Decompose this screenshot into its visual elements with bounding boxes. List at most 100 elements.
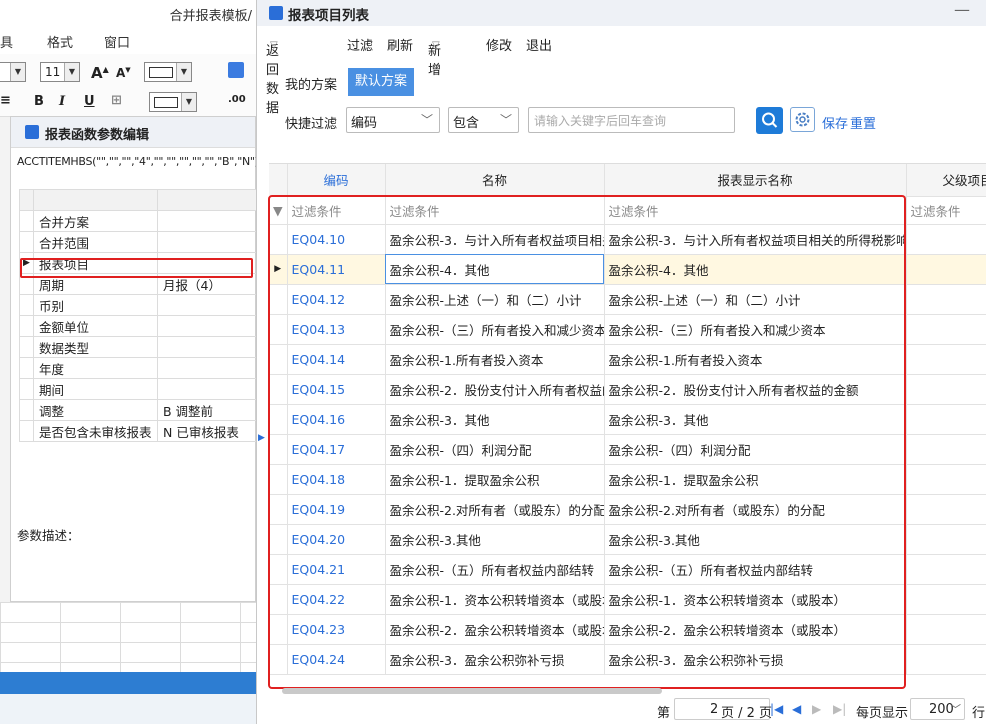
column-header-name[interactable]: 名称 — [385, 164, 605, 197]
minimize-icon[interactable]: — — [954, 0, 970, 19]
param-value[interactable] — [157, 210, 256, 232]
param-name: 年度 — [33, 357, 158, 379]
param-row[interactable]: 是否包含未审核报表 N 已审核报表 — [19, 420, 256, 442]
font-name-combo[interactable]: ▼ — [0, 62, 26, 82]
param-row[interactable]: 币别 — [19, 294, 256, 316]
keyword-input[interactable] — [532, 109, 732, 133]
menu-exit[interactable]: 退出 — [526, 35, 552, 54]
cell-parent[interactable] — [906, 374, 986, 405]
next-page-icon[interactable]: ▶ — [812, 702, 821, 716]
param-value[interactable] — [157, 357, 256, 379]
menu-refresh[interactable]: 刷新 — [387, 35, 413, 54]
border-combo[interactable]: ▼ — [149, 92, 197, 112]
search-button[interactable] — [756, 107, 783, 134]
param-value[interactable] — [157, 336, 256, 358]
collapse-arrow-icon[interactable]: ▶ — [258, 433, 265, 443]
param-value[interactable]: B 调整前 — [157, 399, 256, 421]
panel-title-bar: 报表项目列表 — — [257, 0, 986, 26]
background-toolbar-1: ▼ 11 ▼ A▲ A▼ ▼ — [0, 54, 256, 88]
background-title: 合并报表模板/ — [169, 9, 252, 24]
row-indicator-icon — [19, 336, 34, 358]
param-row[interactable]: 期间 — [19, 378, 256, 400]
row-indicator-icon — [19, 357, 34, 379]
param-value[interactable] — [157, 315, 256, 337]
keyword-field — [528, 107, 735, 133]
cell-parent[interactable] — [906, 464, 986, 495]
filter-settings-button[interactable] — [790, 107, 815, 132]
menu-tools[interactable]: 具 — [0, 32, 13, 51]
filter-field-select[interactable]: 编码 ﹀ — [346, 107, 440, 133]
pager-page-number: 2 — [710, 702, 719, 717]
param-value[interactable] — [157, 294, 256, 316]
save-scheme-link[interactable]: 保存 — [822, 113, 848, 132]
dialog-title: 报表函数参数编辑 — [45, 128, 150, 143]
decimal-icon[interactable]: .00 — [228, 94, 246, 105]
param-value[interactable] — [157, 231, 256, 253]
chevron-down-icon: ﹀ — [499, 113, 512, 127]
param-table-header — [19, 189, 256, 211]
first-page-icon[interactable]: |◀ — [770, 702, 783, 716]
cell-parent[interactable] — [906, 614, 986, 645]
font-size-combo[interactable]: 11 ▼ — [40, 62, 80, 82]
cell-parent[interactable] — [906, 554, 986, 585]
grow-font-icon[interactable]: A▲ — [91, 64, 109, 82]
sheet-tab-bar — [0, 672, 256, 694]
cell-parent[interactable] — [906, 644, 986, 675]
align-icon[interactable]: ≡ — [0, 93, 11, 108]
cell-parent[interactable] — [906, 434, 986, 465]
cell-parent[interactable] — [906, 584, 986, 615]
row-indicator-icon — [19, 315, 34, 337]
formula-text[interactable]: ACCTITEMHBS("","","","4","","","","","",… — [17, 155, 256, 168]
param-row[interactable]: 年度 — [19, 357, 256, 379]
cell-parent[interactable] — [906, 494, 986, 525]
param-name: 合并范围 — [33, 231, 158, 253]
chevron-down-icon: ﹀ — [420, 113, 433, 127]
reset-scheme-link[interactable]: 重置 — [850, 113, 876, 132]
filter-op-select[interactable]: 包含 ﹀ — [448, 107, 519, 133]
param-row[interactable]: 调整 B 调整前 — [19, 399, 256, 421]
chevron-down-icon: ▽ — [270, 40, 278, 51]
param-value[interactable]: N 已审核报表 — [157, 420, 256, 442]
column-header-code[interactable]: 编码 — [287, 164, 386, 197]
cell-parent[interactable] — [906, 344, 986, 375]
last-page-icon[interactable]: ▶| — [833, 702, 846, 716]
param-row[interactable]: 金额单位 — [19, 315, 256, 337]
status-bar — [0, 694, 256, 724]
menu-format[interactable]: 格式 — [47, 32, 73, 51]
prev-page-icon[interactable]: ◀ — [792, 702, 801, 716]
cell-parent[interactable] — [906, 224, 986, 255]
template-icon[interactable] — [228, 62, 244, 78]
menu-filter[interactable]: 过滤 — [347, 35, 373, 54]
bold-icon[interactable]: B — [34, 94, 44, 109]
row-indicator-icon — [19, 210, 34, 232]
per-page-select[interactable]: 200 ﹀ — [910, 698, 965, 720]
underline-icon[interactable]: U — [84, 94, 95, 109]
border-style-combo[interactable]: ▼ — [144, 62, 192, 82]
param-edit-dialog: 报表函数参数编辑 ACCTITEMHBS("","","","4","","",… — [10, 116, 256, 602]
column-header-parent[interactable]: 父级项目 — [906, 164, 986, 197]
filter-cell-parent[interactable]: 过滤条件 — [906, 196, 986, 225]
cell-parent[interactable] — [906, 314, 986, 345]
row-indicator-icon — [19, 231, 34, 253]
param-row[interactable]: 合并方案 — [19, 210, 256, 232]
column-header-display-name[interactable]: 报表显示名称 — [604, 164, 907, 197]
tab-my-scheme[interactable]: 我的方案 — [285, 74, 337, 93]
param-name: 调整 — [33, 399, 158, 421]
param-value[interactable] — [157, 378, 256, 400]
menu-edit[interactable]: 修改 — [486, 35, 512, 54]
param-row[interactable]: 合并范围 — [19, 231, 256, 253]
menu-window[interactable]: 窗口 — [104, 32, 130, 51]
param-row[interactable]: 数据类型 — [19, 336, 256, 358]
cell-parent[interactable] — [906, 284, 986, 315]
tab-default-scheme[interactable]: 默认方案 — [348, 68, 414, 96]
cell-parent[interactable] — [906, 524, 986, 555]
row-indicator-icon — [19, 294, 34, 316]
param-header-name — [33, 189, 158, 211]
shrink-font-icon[interactable]: A▼ — [116, 66, 131, 80]
horizontal-scrollbar[interactable] — [282, 688, 662, 694]
border-grid-icon[interactable]: ⊞ — [111, 93, 122, 108]
italic-icon[interactable]: I — [59, 94, 65, 109]
highlight-box-param — [20, 258, 253, 278]
cell-parent[interactable] — [906, 254, 986, 285]
cell-parent[interactable] — [906, 404, 986, 435]
